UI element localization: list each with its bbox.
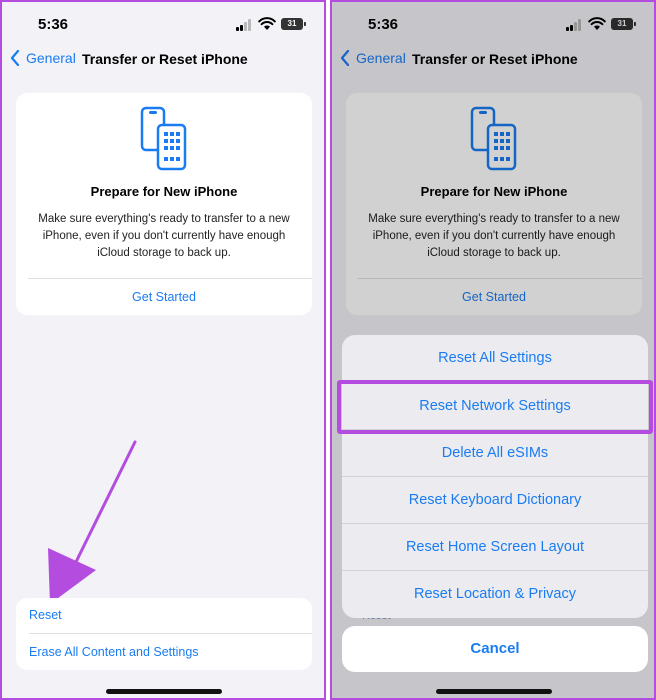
highlight-annotation — [337, 380, 653, 434]
status-bar: 5:36 31 — [2, 14, 324, 36]
delete-all-esims-button[interactable]: Delete All eSIMs — [342, 429, 648, 476]
reset-location-privacy-button[interactable]: Reset Location & Privacy — [342, 570, 648, 617]
navigation-bar: General Transfer or Reset iPhone — [2, 50, 324, 72]
chevron-left-icon — [10, 50, 20, 66]
divider — [28, 278, 312, 279]
transfer-phones-icon — [140, 106, 187, 171]
reset-button[interactable]: Reset — [29, 608, 62, 622]
card-description: Make sure everything's ready to transfer… — [38, 213, 290, 259]
reset-action-sheet: Reset All Settings Reset Network Setting… — [342, 335, 648, 618]
card-title: Prepare for New iPhone — [90, 184, 238, 199]
reset-keyboard-dictionary-button[interactable]: Reset Keyboard Dictionary — [342, 476, 648, 523]
status-time: 5:36 — [38, 16, 69, 33]
get-started-button[interactable]: Get Started — [16, 290, 312, 304]
cancel-button[interactable]: Cancel — [342, 626, 648, 672]
left-screenshot: 5:36 31 General Transfer or Reset iPhone — [0, 0, 326, 700]
erase-all-content-button[interactable]: Erase All Content and Settings — [29, 645, 199, 659]
battery-icon: 31 — [281, 18, 306, 30]
cellular-signal-icon — [236, 19, 254, 31]
back-label: General — [26, 50, 76, 66]
reset-home-screen-layout-button[interactable]: Reset Home Screen Layout — [342, 523, 648, 570]
home-indicator — [106, 689, 222, 694]
wifi-icon — [258, 17, 276, 30]
page-title: Transfer or Reset iPhone — [82, 51, 248, 67]
prepare-card: Prepare for New iPhone Make sure everyth… — [16, 93, 312, 315]
annotation-arrow-icon — [48, 440, 137, 604]
right-screenshot: 5:36 31 General Transfer or Reset iPhone — [330, 0, 656, 700]
back-button[interactable]: General — [10, 50, 76, 66]
home-indicator — [436, 689, 552, 694]
divider — [29, 633, 312, 634]
reset-group: Reset Erase All Content and Settings — [16, 598, 312, 670]
reset-all-settings-button[interactable]: Reset All Settings — [342, 335, 648, 382]
